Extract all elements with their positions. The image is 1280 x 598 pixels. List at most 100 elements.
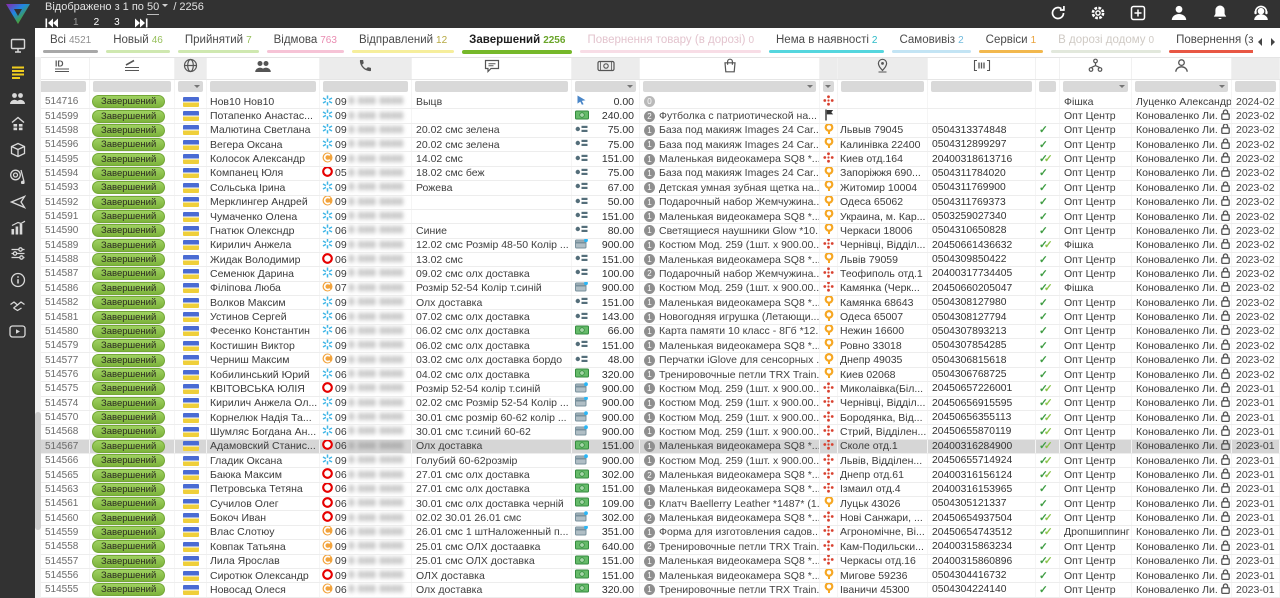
sidebar-item-send[interactable] xyxy=(8,193,28,210)
table-row[interactable]: 514563 Завершений Петровська Тетяна 068 … xyxy=(35,483,1280,497)
refresh-icon[interactable] xyxy=(1050,5,1066,21)
filter-input-tracking[interactable] xyxy=(931,81,1032,92)
tracking-number[interactable]: 0503259027340 xyxy=(928,210,1036,223)
table-row[interactable]: 514570 Завершений Корнелюк Надія Та... 0… xyxy=(35,411,1280,425)
table-row[interactable]: 514582 Завершений Волков Максим 098 888 … xyxy=(35,296,1280,310)
tab-Завершений[interactable]: Завершений2256 xyxy=(460,28,574,57)
table-row[interactable]: 514581 Завершений Устинов Сергей 068 888… xyxy=(35,310,1280,324)
tracking-number[interactable]: 0504305121337 xyxy=(928,497,1036,510)
tab-Самовивіз[interactable]: Самовивіз2 xyxy=(890,28,972,57)
table-row[interactable]: 514591 Завершений Чумаченко Олена 098 88… xyxy=(35,210,1280,224)
table-row[interactable]: 514568 Завершений Шумляс Богдана Ан... 0… xyxy=(35,425,1280,439)
column-header-product[interactable] xyxy=(640,57,820,79)
tab-Повернення (завершений)[interactable]: Повернення (завершений)125 xyxy=(1167,28,1253,57)
table-row[interactable]: 514556 Завершений Сиротюк Олександр 098 … xyxy=(35,569,1280,583)
sidebar-item-statistics[interactable] xyxy=(8,219,28,236)
tracking-number[interactable]: 0504304224140 xyxy=(928,583,1036,596)
tracking-number[interactable]: 20400316284900 xyxy=(928,440,1036,453)
tracking-number[interactable] xyxy=(928,95,1036,108)
page-size-select[interactable]: 50 xyxy=(147,1,159,15)
add-box-icon[interactable] xyxy=(1130,5,1146,21)
sidebar-item-dashboard[interactable] xyxy=(8,37,28,54)
tracking-number[interactable]: 0504306768725 xyxy=(928,368,1036,381)
table-row[interactable]: 514559 Завершений Влас Слотюу 068 888 88… xyxy=(35,526,1280,540)
table-row[interactable]: 514593 Завершений Сольська Ірина 098 888… xyxy=(35,181,1280,195)
sidebar-item-orders[interactable] xyxy=(8,63,28,80)
filter-input-date[interactable] xyxy=(1235,81,1276,92)
table-row[interactable]: 514557 Завершений Лила Ярослав 098 888 8… xyxy=(35,555,1280,569)
tracking-number[interactable]: 0504311784020 xyxy=(928,167,1036,180)
table-row[interactable]: 514560 Завершений Бокоч Иван 098 888 888… xyxy=(35,511,1280,525)
tracking-number[interactable]: 20450654743512 xyxy=(928,526,1036,539)
column-header-center[interactable] xyxy=(1060,57,1132,79)
tracking-number[interactable]: 20400315860896 xyxy=(928,555,1036,568)
table-row[interactable]: 514574 Завершений Кирилич Анжела Ол... 0… xyxy=(35,397,1280,411)
last-page-button[interactable] xyxy=(135,18,148,28)
filter-input-center[interactable] xyxy=(1063,81,1128,92)
tracking-number[interactable]: 20450655714924 xyxy=(928,454,1036,467)
sidebar-item-market[interactable] xyxy=(8,115,28,132)
column-header-status[interactable] xyxy=(90,57,175,79)
scrollbar-thumb[interactable] xyxy=(35,412,41,530)
tracking-number[interactable]: 20450660205047 xyxy=(928,282,1036,295)
table-row[interactable]: 514598 Завершений Малютина Светлана 098 … xyxy=(35,124,1280,138)
notifications-bell-icon[interactable] xyxy=(1212,4,1228,21)
page-button-1[interactable]: 1 xyxy=(73,16,79,29)
tracking-number[interactable]: 20450657226001 xyxy=(928,382,1036,395)
column-header-id[interactable]: ID xyxy=(35,57,90,79)
table-row[interactable]: 514588 Завершений Жидак Володимир 068 88… xyxy=(35,253,1280,267)
column-header-carrier[interactable] xyxy=(820,57,838,79)
table-row[interactable]: 514586 Завершений Філіпова Люба 078 888 … xyxy=(35,282,1280,296)
tracking-number[interactable]: 0504308127794 xyxy=(928,310,1036,323)
tracking-number[interactable]: 20450656355113 xyxy=(928,411,1036,424)
table-row[interactable]: 514577 Завершений Черниш Максим 098 888 … xyxy=(35,353,1280,367)
tracking-number[interactable] xyxy=(928,109,1036,122)
filter-input-status[interactable] xyxy=(93,81,171,92)
tabs-scroll-left-icon[interactable] xyxy=(1258,38,1262,46)
tracking-number[interactable]: 20400315863234 xyxy=(928,540,1036,553)
filter-input-check[interactable] xyxy=(1039,81,1056,92)
page-button-3[interactable]: 3 xyxy=(114,16,120,29)
table-row[interactable]: 514589 Завершений Кирилич Анжела 098 888… xyxy=(35,239,1280,253)
table-row[interactable]: 514565 Завершений Баюка Максим 068 888 8… xyxy=(35,468,1280,482)
column-header-date[interactable] xyxy=(1232,57,1280,79)
table-row[interactable]: 514558 Завершений Ковпак Татьяна 098 888… xyxy=(35,540,1280,554)
table-row[interactable]: 514592 Завершений Мерклингер Андрей 098 … xyxy=(35,196,1280,210)
column-header-customer[interactable] xyxy=(207,57,320,79)
tracking-number[interactable]: 0504313374848 xyxy=(928,124,1036,137)
table-row[interactable]: 514561 Завершений Сучилов Олег 068 888 8… xyxy=(35,497,1280,511)
sidebar-item-settings[interactable] xyxy=(8,245,28,262)
tab-Прийнятий[interactable]: Прийнятий7 xyxy=(176,28,261,57)
column-header-check[interactable] xyxy=(1036,57,1060,79)
tracking-number[interactable]: 20400316153965 xyxy=(928,483,1036,496)
tab-В дорозі додому[interactable]: В дорозі додому0 xyxy=(1049,28,1163,57)
sidebar-item-video[interactable] xyxy=(8,323,28,340)
filter-input-carrier[interactable] xyxy=(823,81,834,92)
filter-input-comment[interactable] xyxy=(415,81,568,92)
table-row[interactable]: 514567 Завершений Адамовский Станис... 0… xyxy=(35,440,1280,454)
tracking-number[interactable]: 0504304416732 xyxy=(928,569,1036,582)
filter-input-payment[interactable] xyxy=(575,81,636,92)
table-row[interactable]: 514590 Завершений Гнатюк Олексндр 068 88… xyxy=(35,224,1280,238)
filter-input-id[interactable] xyxy=(38,81,86,92)
tracking-number[interactable]: 0504307893213 xyxy=(928,325,1036,338)
column-header-manager[interactable] xyxy=(1132,57,1232,79)
tracking-number[interactable]: 20450654937504 xyxy=(928,511,1036,524)
sidebar-item-cart[interactable] xyxy=(8,167,28,184)
sidebar-item-products[interactable] xyxy=(8,141,28,158)
table-row[interactable]: 514575 Завершений КВІТОВСЬКА ЮЛІЯ 098 88… xyxy=(35,382,1280,396)
profile-avatar-icon[interactable] xyxy=(1170,4,1188,21)
support-headset-icon[interactable] xyxy=(1252,5,1270,21)
tab-Повернення товару (в дорозі)[interactable]: Повернення товару (в дорозі)0 xyxy=(578,28,763,57)
filter-input-manager[interactable] xyxy=(1135,81,1228,92)
table-row[interactable]: 514595 Завершений Колосок Александр 098 … xyxy=(35,152,1280,166)
page-button-2[interactable]: 2 xyxy=(94,16,100,29)
filter-input-product[interactable] xyxy=(643,81,816,92)
table-row[interactable]: 514587 Завершений Семенюк Дарина 098 888… xyxy=(35,267,1280,281)
tracking-number[interactable]: 0504312899297 xyxy=(928,138,1036,151)
tab-Всі[interactable]: Всі4521 xyxy=(41,28,100,57)
tab-Нема в наявності[interactable]: Нема в наявності2 xyxy=(767,28,886,57)
column-header-comment[interactable] xyxy=(412,57,572,79)
tracking-number[interactable]: 0504311769900 xyxy=(928,181,1036,194)
sidebar-item-info[interactable] xyxy=(8,271,28,288)
